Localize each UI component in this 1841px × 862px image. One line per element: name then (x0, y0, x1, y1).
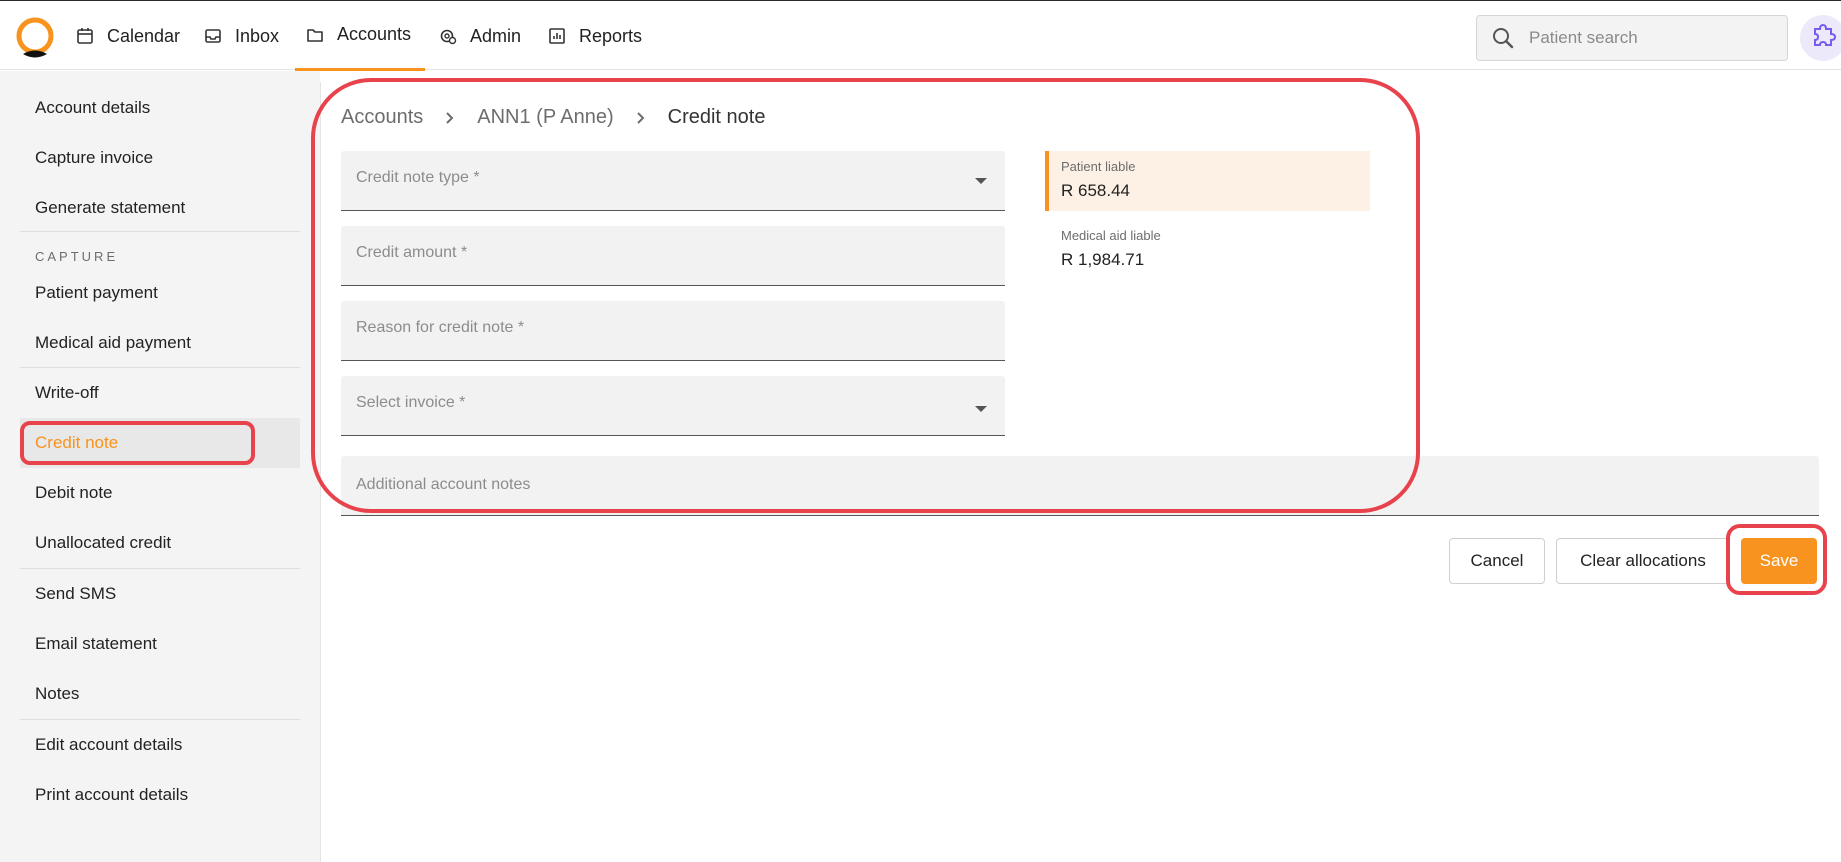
nav-inbox-label: Inbox (235, 25, 280, 46)
patient-liable-card: Patient liable R 658.44 (1045, 151, 1370, 211)
nav-accounts-label: Accounts (337, 24, 412, 44)
cancel-button[interactable]: Cancel (1449, 538, 1545, 584)
sidebar-item-capture-invoice[interactable]: Capture invoice (20, 133, 300, 183)
additional-account-notes-field[interactable]: Additional account notes (341, 456, 1819, 516)
medical-aid-liable-card: Medical aid liable R 1,984.71 (1049, 220, 1370, 280)
top-navigation-bar: Calendar Inbox Accounts Admin Reports (0, 0, 1841, 71)
nav-accounts[interactable]: Accounts (295, 1, 425, 71)
sidebar-divider (20, 231, 300, 232)
select-invoice-select[interactable]: Select invoice * (341, 376, 1005, 436)
medical-aid-liable-value: R 1,984.71 (1061, 250, 1145, 269)
patient-search-input[interactable] (1529, 28, 1769, 48)
medical-aid-liable-label: Medical aid liable (1061, 228, 1161, 243)
inbox-icon (203, 26, 223, 46)
nav-calendar[interactable]: Calendar (75, 1, 180, 71)
chevron-right-icon (634, 111, 648, 125)
sidebar-item-credit-note[interactable]: Credit note (20, 418, 300, 468)
additional-notes-placeholder: Additional account notes (356, 476, 531, 493)
nav-reports[interactable]: Reports (547, 1, 642, 71)
breadcrumb-current: Credit note (667, 106, 766, 128)
credit-note-panel: Accounts ANN1 (P Anne) Credit note Credi… (320, 82, 1841, 862)
search-icon (1491, 26, 1515, 50)
sidebar-item-generate-statement[interactable]: Generate statement (20, 183, 300, 233)
sidebar-item-print-account-details[interactable]: Print account details (20, 770, 300, 820)
sidebar-item-patient-payment[interactable]: Patient payment (20, 268, 300, 318)
clear-allocations-button[interactable]: Clear allocations (1556, 538, 1730, 584)
sidebar-item-debit-note[interactable]: Debit note (20, 468, 300, 518)
credit-reason-placeholder: Reason for credit note * (356, 319, 525, 336)
breadcrumb-accounts[interactable]: Accounts (341, 106, 423, 129)
app-logo[interactable] (14, 17, 56, 59)
breadcrumb-account[interactable]: ANN1 (P Anne) (477, 106, 613, 129)
save-button[interactable]: Save (1741, 538, 1817, 584)
sidebar-section-capture: CAPTURE (35, 249, 119, 264)
puzzle-icon (1810, 23, 1837, 54)
admin-gear-icon (438, 26, 458, 46)
credit-note-type-select[interactable]: Credit note type * (341, 151, 1005, 211)
breadcrumb: Accounts ANN1 (P Anne) Credit note (341, 106, 765, 129)
sidebar-item-write-off[interactable]: Write-off (20, 368, 300, 418)
credit-note-type-placeholder: Credit note type * (356, 169, 480, 186)
select-invoice-placeholder: Select invoice * (356, 394, 466, 411)
account-sidebar: Account details Capture invoice Generate… (0, 71, 320, 862)
patient-liable-label: Patient liable (1061, 159, 1136, 174)
sidebar-item-account-details[interactable]: Account details (20, 83, 300, 133)
bar-chart-icon (547, 26, 567, 46)
sidebar-item-unallocated-credit[interactable]: Unallocated credit (20, 518, 300, 568)
nav-reports-label: Reports (579, 25, 643, 46)
nav-admin-label: Admin (470, 25, 522, 46)
folder-icon (305, 25, 325, 45)
nav-inbox[interactable]: Inbox (203, 1, 279, 71)
calendar-icon (75, 26, 95, 46)
patient-search-box[interactable] (1476, 15, 1788, 61)
credit-amount-placeholder: Credit amount * (356, 244, 468, 261)
dropdown-arrow-icon (975, 406, 987, 412)
chevron-right-icon (443, 111, 457, 125)
credit-amount-field[interactable]: Credit amount * (341, 226, 1005, 286)
sidebar-item-edit-account-details[interactable]: Edit account details (20, 720, 300, 770)
patient-liable-value: R 658.44 (1061, 181, 1130, 200)
sidebar-item-send-sms[interactable]: Send SMS (20, 569, 300, 619)
nav-calendar-label: Calendar (107, 25, 181, 46)
nav-admin[interactable]: Admin (438, 1, 521, 71)
sidebar-item-medical-aid-payment[interactable]: Medical aid payment (20, 318, 300, 368)
sidebar-item-email-statement[interactable]: Email statement (20, 619, 300, 669)
sidebar-item-notes[interactable]: Notes (20, 669, 300, 719)
credit-reason-field[interactable]: Reason for credit note * (341, 301, 1005, 361)
user-avatar[interactable] (1800, 15, 1841, 61)
dropdown-arrow-icon (975, 178, 987, 184)
